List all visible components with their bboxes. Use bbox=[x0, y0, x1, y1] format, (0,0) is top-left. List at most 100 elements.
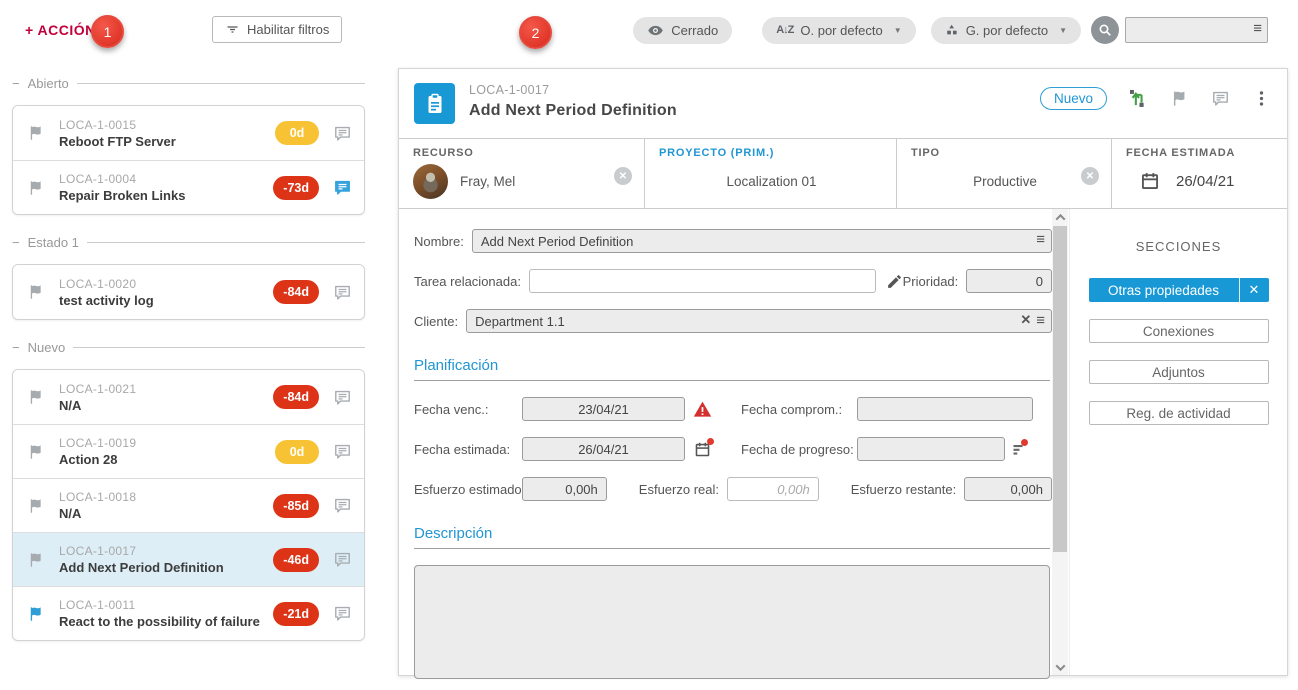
scroll-down-arrow[interactable] bbox=[1052, 659, 1068, 675]
flag-icon[interactable] bbox=[27, 283, 45, 301]
scroll-up-arrow[interactable] bbox=[1052, 209, 1068, 225]
search-menu-icon[interactable]: ≡ bbox=[1253, 20, 1262, 37]
progress-update-icon[interactable] bbox=[1005, 442, 1033, 457]
task-id: LOCA-1-0020 bbox=[59, 277, 273, 291]
list-item-selected[interactable]: LOCA-1-0017Add Next Period Definition -4… bbox=[13, 532, 364, 586]
list-item[interactable]: LOCA-1-0019Action 28 0d bbox=[13, 424, 364, 478]
days-badge: -21d bbox=[273, 602, 319, 626]
fecha-venc-input[interactable] bbox=[522, 397, 685, 421]
flag-icon[interactable] bbox=[27, 443, 45, 461]
list-item[interactable]: LOCA-1-0020test activity log -84d bbox=[13, 265, 364, 319]
fecha-estimada-label: FECHA ESTIMADA bbox=[1126, 147, 1275, 159]
calendar-alert-icon[interactable] bbox=[685, 441, 719, 458]
fecha-estimada-input[interactable] bbox=[522, 437, 685, 461]
flag-icon[interactable] bbox=[27, 497, 45, 515]
comment-icon[interactable] bbox=[1211, 89, 1230, 108]
field-fecha-estimada: FECHA ESTIMADA 26/04/21 bbox=[1111, 139, 1287, 208]
esfuerzo-real-input[interactable] bbox=[727, 477, 819, 501]
prioridad-input[interactable] bbox=[966, 269, 1052, 293]
fecha-estimada-value[interactable]: 26/04/21 bbox=[1176, 173, 1234, 190]
flag-icon[interactable] bbox=[27, 179, 45, 197]
flag-icon[interactable] bbox=[27, 124, 45, 142]
calendar-icon[interactable] bbox=[1140, 171, 1160, 191]
field-menu-icon[interactable]: ≡ bbox=[1036, 232, 1045, 247]
list-item[interactable]: LOCA-1-0015Reboot FTP Server 0d bbox=[13, 106, 364, 160]
field-menu-icon[interactable]: ≡ bbox=[1036, 313, 1045, 328]
recurso-label: RECURSO bbox=[413, 147, 632, 159]
comment-icon[interactable] bbox=[333, 550, 352, 569]
task-title: N/A bbox=[59, 506, 273, 521]
collapse-group-icon[interactable]: − bbox=[12, 77, 20, 90]
search-button[interactable] bbox=[1091, 16, 1119, 44]
section-button-otras-propiedades[interactable]: Otras propiedades ✕ bbox=[1089, 278, 1269, 302]
order-dropdown[interactable]: A↓Z O. por defecto ▼ bbox=[762, 17, 915, 44]
comment-icon[interactable] bbox=[333, 124, 352, 143]
section-button-reg-actividad[interactable]: Reg. de actividad bbox=[1089, 401, 1269, 425]
annotation-badge-1: 1 bbox=[91, 15, 124, 48]
sections-heading: SECCIONES bbox=[1089, 239, 1269, 254]
task-type-icon bbox=[414, 83, 455, 124]
fecha-venc-label: Fecha venc.: bbox=[414, 402, 514, 417]
tarea-relacionada-input[interactable] bbox=[529, 269, 876, 293]
comment-icon[interactable] bbox=[333, 388, 352, 407]
close-section-icon[interactable]: ✕ bbox=[1239, 278, 1269, 302]
clear-recurso-button[interactable]: ✕ bbox=[614, 167, 632, 185]
descripcion-textarea[interactable] bbox=[414, 565, 1050, 679]
enable-filters-label: Habilitar filtros bbox=[247, 22, 329, 37]
section-button-adjuntos[interactable]: Adjuntos bbox=[1089, 360, 1269, 384]
workflow-icon[interactable] bbox=[1129, 89, 1148, 108]
list-item[interactable]: LOCA-1-0021N/A -84d bbox=[13, 370, 364, 424]
esfuerzo-estimado-label: Esfuerzo estimado: bbox=[414, 482, 514, 497]
search-input[interactable] bbox=[1125, 17, 1268, 43]
comment-icon[interactable] bbox=[333, 496, 352, 515]
nombre-label: Nombre: bbox=[414, 234, 464, 249]
days-badge: -84d bbox=[273, 385, 319, 409]
task-id: LOCA-1-0019 bbox=[59, 436, 275, 450]
esfuerzo-estimado-input[interactable] bbox=[522, 477, 607, 501]
collapse-group-icon[interactable]: − bbox=[12, 341, 20, 354]
clear-cliente-icon[interactable]: ✕ bbox=[1020, 312, 1031, 328]
list-item[interactable]: LOCA-1-0011React to the possibility of f… bbox=[13, 586, 364, 640]
task-id: LOCA-1-0015 bbox=[59, 118, 275, 132]
task-id: LOCA-1-0011 bbox=[59, 598, 273, 612]
enable-filters-button[interactable]: Habilitar filtros bbox=[212, 16, 342, 43]
kebab-menu-icon[interactable] bbox=[1252, 89, 1271, 108]
comment-icon[interactable] bbox=[333, 604, 352, 623]
collapse-group-icon[interactable]: − bbox=[12, 236, 20, 249]
clear-tipo-button[interactable]: ✕ bbox=[1081, 167, 1099, 185]
nombre-input[interactable] bbox=[472, 229, 1052, 253]
fecha-progreso-input[interactable] bbox=[857, 437, 1005, 461]
detail-task-id: LOCA-1-0017 bbox=[469, 83, 549, 97]
group-header-nuevo: − Nuevo bbox=[12, 340, 365, 355]
flag-icon[interactable] bbox=[27, 605, 45, 623]
field-proyecto: PROYECTO (PRIM.) Localization 01 bbox=[644, 139, 896, 208]
comment-icon[interactable] bbox=[333, 178, 352, 197]
task-list-sidebar: − Abierto LOCA-1-0015Reboot FTP Server 0… bbox=[12, 68, 365, 661]
scrollbar-thumb[interactable] bbox=[1053, 226, 1067, 552]
esfuerzo-restante-input[interactable] bbox=[964, 477, 1052, 501]
flag-icon[interactable] bbox=[27, 388, 45, 406]
task-id: LOCA-1-0004 bbox=[59, 172, 273, 186]
status-badge[interactable]: Nuevo bbox=[1040, 87, 1107, 110]
comment-icon[interactable] bbox=[333, 283, 352, 302]
filter-icon bbox=[225, 22, 240, 37]
comment-icon[interactable] bbox=[333, 442, 352, 461]
task-detail-panel: LOCA-1-0017 Add Next Period Definition N… bbox=[398, 68, 1288, 676]
group-dropdown[interactable]: G. por defecto ▼ bbox=[931, 17, 1081, 44]
add-action-button[interactable]: + ACCIÓN bbox=[25, 22, 96, 38]
proyecto-value[interactable]: Localization 01 bbox=[726, 174, 816, 189]
flag-icon[interactable] bbox=[1170, 89, 1189, 108]
list-item[interactable]: LOCA-1-0018N/A -85d bbox=[13, 478, 364, 532]
tipo-value[interactable]: Productive bbox=[973, 174, 1037, 189]
vertical-scrollbar[interactable] bbox=[1052, 209, 1068, 675]
task-card-group: LOCA-1-0015Reboot FTP Server 0d LOCA-1-0… bbox=[12, 105, 365, 215]
edit-pencil-icon[interactable] bbox=[886, 273, 903, 290]
section-button-conexiones[interactable]: Conexiones bbox=[1089, 319, 1269, 343]
flag-icon[interactable] bbox=[27, 551, 45, 569]
closed-visibility-pill[interactable]: Cerrado bbox=[633, 17, 732, 44]
cliente-input[interactable] bbox=[466, 309, 1052, 333]
closed-pill-label: Cerrado bbox=[671, 23, 718, 38]
list-item[interactable]: LOCA-1-0004Repair Broken Links -73d bbox=[13, 160, 364, 214]
sections-panel: SECCIONES Otras propiedades ✕ Conexiones… bbox=[1069, 209, 1287, 675]
fecha-comprom-input[interactable] bbox=[857, 397, 1033, 421]
